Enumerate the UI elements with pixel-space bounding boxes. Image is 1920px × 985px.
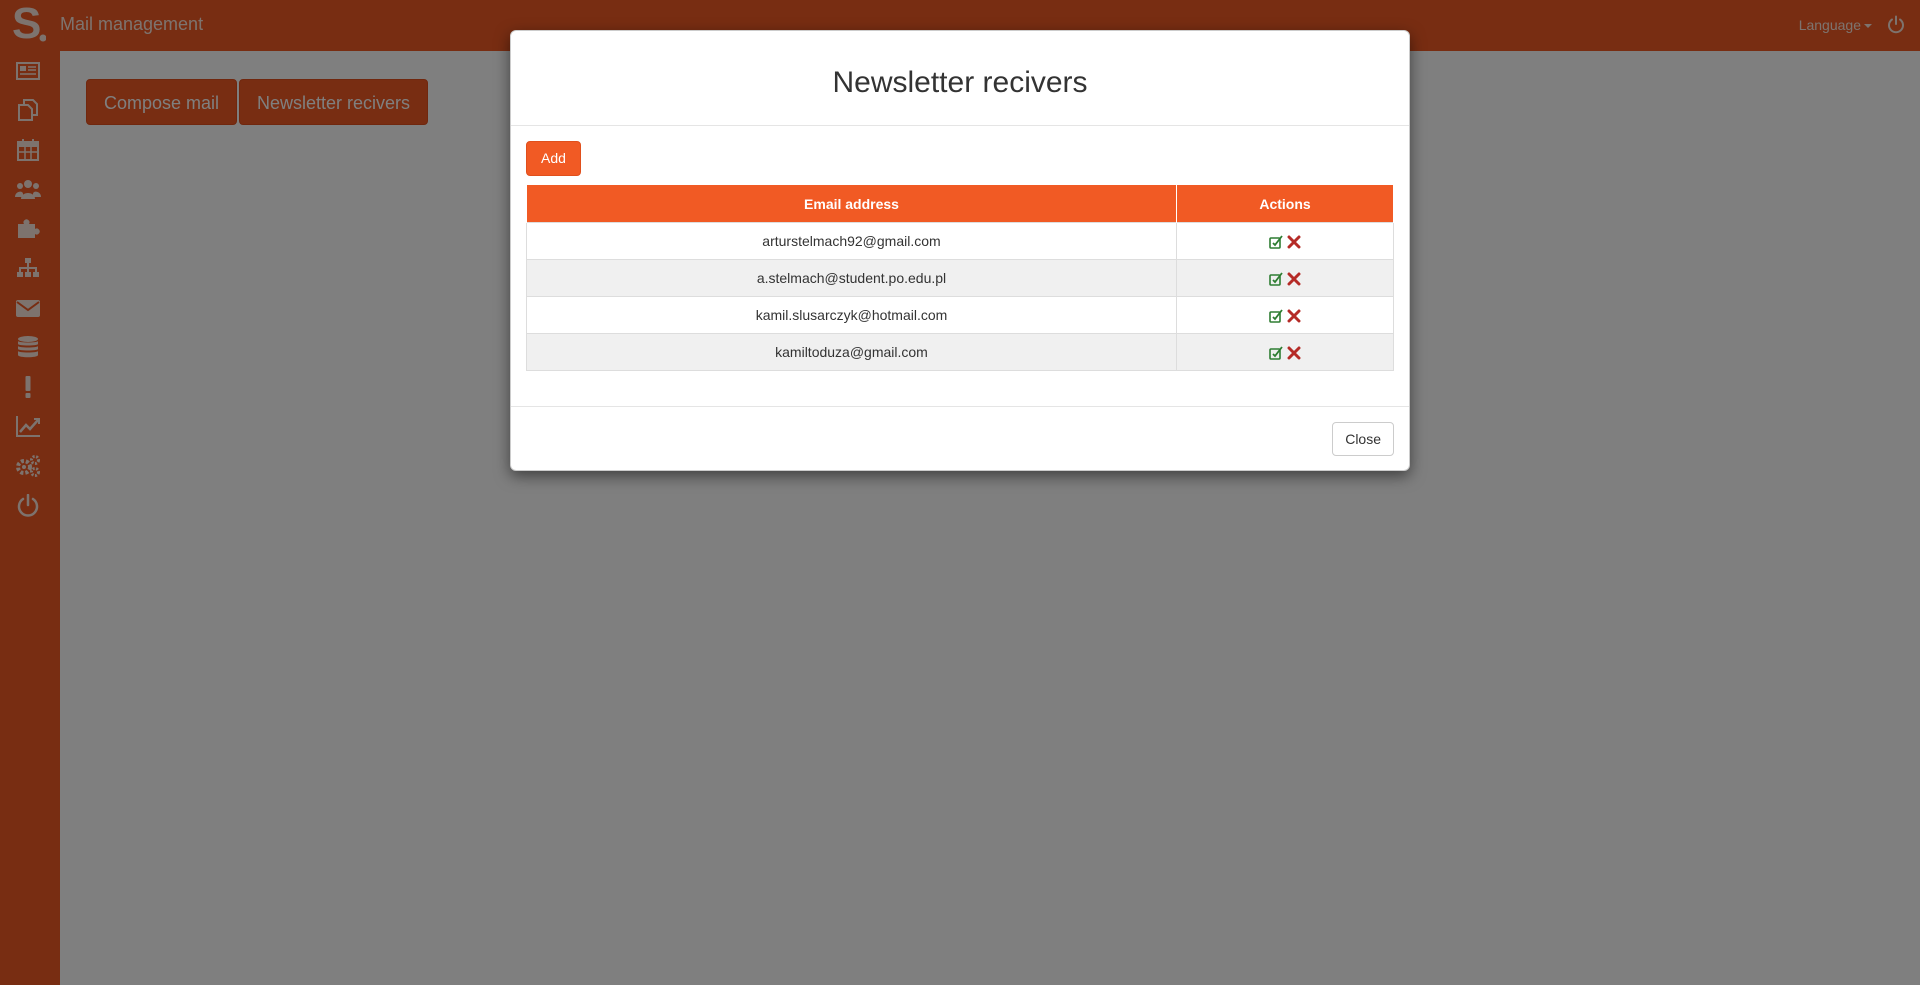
actions-cell — [1176, 333, 1394, 371]
newsletter-recivers-modal: Newsletter recivers Add Email address Ac… — [510, 30, 1410, 471]
table-row: arturstelmach92@gmail.com — [526, 222, 1394, 260]
recivers-table: Email address Actions arturstelmach92@gm… — [526, 184, 1394, 371]
edit-icon[interactable] — [1269, 272, 1283, 286]
edit-icon[interactable] — [1269, 309, 1283, 323]
delete-icon[interactable] — [1287, 235, 1301, 249]
table-row: a.stelmach@student.po.edu.pl — [526, 259, 1394, 297]
close-button[interactable]: Close — [1332, 422, 1394, 456]
table-row: kamiltoduza@gmail.com — [526, 333, 1394, 371]
column-header-email: Email address — [526, 184, 1177, 223]
delete-icon[interactable] — [1287, 309, 1301, 323]
actions-cell — [1176, 296, 1394, 334]
table-header-row: Email address Actions — [526, 184, 1394, 223]
edit-icon[interactable] — [1269, 235, 1283, 249]
email-cell: kamiltoduza@gmail.com — [526, 333, 1177, 371]
delete-icon[interactable] — [1287, 272, 1301, 286]
email-cell: kamil.slusarczyk@hotmail.com — [526, 296, 1177, 334]
modal-header: Newsletter recivers — [511, 31, 1409, 126]
email-cell: arturstelmach92@gmail.com — [526, 222, 1177, 260]
table-row: kamil.slusarczyk@hotmail.com — [526, 296, 1394, 334]
edit-icon[interactable] — [1269, 346, 1283, 360]
modal-body: Add Email address Actions arturstelmach9… — [511, 126, 1409, 407]
column-header-actions: Actions — [1176, 184, 1394, 223]
modal-title: Newsletter recivers — [832, 66, 1088, 99]
delete-icon[interactable] — [1287, 346, 1301, 360]
actions-cell — [1176, 259, 1394, 297]
actions-cell — [1176, 222, 1394, 260]
email-cell: a.stelmach@student.po.edu.pl — [526, 259, 1177, 297]
add-reciver-button[interactable]: Add — [526, 141, 581, 176]
modal-footer: Close — [511, 407, 1409, 471]
